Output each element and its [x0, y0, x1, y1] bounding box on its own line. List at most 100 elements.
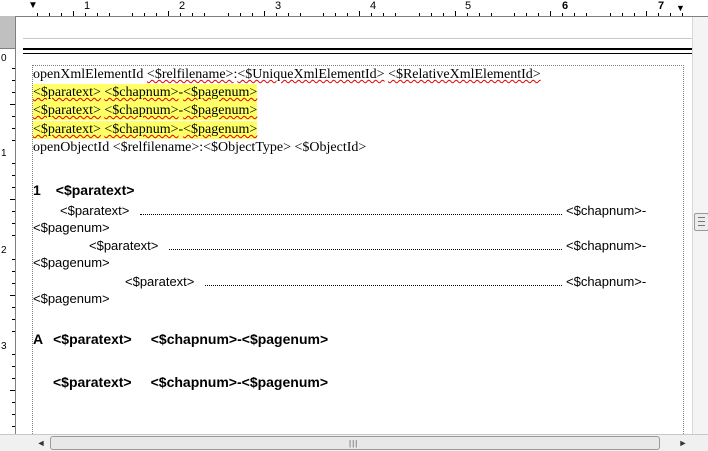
toc-entry-wrap: <$pagenum>: [33, 255, 110, 270]
scroll-left-arrow-icon[interactable]: ◄: [34, 436, 48, 450]
ruler-tick: [12, 223, 15, 224]
text: openXmlElementId: [33, 67, 147, 82]
toc-entry[interactable]: <$paratext> <$chapnum>-: [125, 274, 660, 290]
ruler-tick: [12, 319, 15, 320]
ruler-tick: [610, 13, 611, 16]
ruler-tick: [479, 13, 480, 16]
ruler-tick: [12, 187, 15, 188]
highlighted-line[interactable]: <$paratext> <$chapnum>-<$pagenum>: [33, 102, 258, 120]
ruler-tick: [467, 13, 468, 16]
vertical-ruler[interactable]: 0 1 2 3: [0, 16, 16, 434]
ruler-tick: [12, 354, 15, 355]
ruler-tick: [12, 402, 15, 403]
ruler-number: 4: [370, 0, 377, 12]
ruler-tick: [109, 13, 110, 16]
ruler-tick: [10, 104, 15, 105]
toc-entry-chapnum: <$chapnum>-: [566, 274, 647, 289]
text: <$chapnum>: [104, 85, 179, 100]
ruler-tick: [658, 13, 659, 16]
horizontal-ruler[interactable]: ▼ 1 2 3 4 5 6 7 ▼: [0, 0, 708, 17]
vertical-scroll-thumb[interactable]: [694, 213, 708, 231]
scroll-right-arrow-icon[interactable]: ►: [676, 436, 690, 450]
ruler-tick: [204, 13, 205, 16]
appendix-heading[interactable]: A <$paratext> <$chapnum>-<$pagenum>: [33, 330, 328, 348]
toc-entry-label: <$paratext>: [125, 274, 195, 289]
ruler-tick: [168, 11, 169, 16]
ruler-tick: [264, 11, 265, 16]
ruler-tick: [12, 163, 15, 164]
ruler-tick: [12, 378, 15, 379]
ruler-tick: [12, 271, 15, 272]
document-page[interactable]: openXmlElementId <$relfilename>:<$Unique…: [16, 17, 692, 446]
ruler-tick: [49, 13, 50, 16]
ruler-tick: [12, 116, 15, 117]
toc-entry-wrap: <$pagenum>: [33, 291, 110, 306]
toc-entry[interactable]: <$paratext> <$chapnum>-: [89, 238, 660, 254]
heading-level-1[interactable]: 1 <$paratext>: [33, 181, 134, 199]
ruler-tick: [12, 366, 15, 367]
ruler-tick: [323, 13, 324, 16]
ruler-tick: [455, 11, 456, 16]
ruler-tick: [85, 13, 86, 16]
ruler-number: 2: [179, 0, 186, 12]
xml-element-id-line[interactable]: openXmlElementId <$relfilename>:<$Unique…: [33, 66, 541, 84]
ruler-scale: 1 2 3 4 5 6 7: [25, 0, 695, 16]
ruler-tick: [61, 13, 62, 16]
text: <$chapnum>: [104, 122, 179, 137]
ruler-number: 1: [84, 0, 91, 12]
ruler-tick: [634, 13, 635, 16]
horizontal-scroll-thumb[interactable]: |||: [50, 436, 660, 450]
ruler-number: 3: [275, 0, 282, 12]
right-indent-marker-icon[interactable]: ▼: [676, 4, 685, 13]
text: <$relfilename>: [146, 67, 234, 82]
ruler-tick: [562, 13, 563, 16]
toc-entry-label: <$paratext>: [60, 203, 130, 218]
ruler-tick: [37, 13, 38, 16]
dot-leader: [140, 214, 562, 215]
sub-heading[interactable]: <$paratext> <$chapnum>-<$pagenum>: [53, 373, 328, 391]
ruler-tick: [12, 80, 15, 81]
ruler-tick: [228, 13, 229, 16]
ruler-tick: [156, 13, 157, 16]
ruler-tick: [240, 13, 241, 16]
ruler-tick: [419, 13, 420, 16]
ruler-tick: [12, 128, 15, 129]
ruler-tick: [383, 13, 384, 16]
ruler-tick: [144, 13, 145, 16]
ruler-tick: [12, 331, 15, 332]
toc-entry-label: <$paratext>: [89, 238, 159, 253]
ruler-tick: [574, 13, 575, 16]
text: <$chapnum>: [104, 103, 179, 118]
header-rule: [23, 53, 692, 54]
dot-leader: [205, 285, 562, 286]
ruler-tick: [97, 13, 98, 16]
ruler-number: 2: [1, 245, 7, 256]
text: <$pagenum>: [183, 85, 258, 100]
ruler-number: 7: [658, 0, 665, 12]
highlighted-line[interactable]: <$paratext> <$chapnum>-<$pagenum>: [33, 121, 258, 139]
object-id-line[interactable]: openObjectId <$relfilename>:<$ObjectType…: [33, 139, 366, 157]
ruler-tick: [682, 13, 683, 16]
toc-entry[interactable]: <$paratext> <$chapnum>-: [60, 203, 660, 219]
ruler-tick: [670, 13, 671, 16]
ruler-tick: [12, 211, 15, 212]
ruler-tick: [646, 11, 647, 16]
ruler-tick: [12, 175, 15, 176]
text: <$pagenum>: [183, 103, 258, 118]
vertical-scrollbar[interactable]: [692, 17, 708, 434]
ruler-tick: [12, 259, 15, 260]
heading-text: <$paratext>: [53, 331, 132, 347]
text: <$pagenum>: [183, 122, 258, 137]
heading-ref: <$chapnum>-<$pagenum>: [150, 374, 329, 390]
ruler-tick: [526, 13, 527, 16]
ruler-tick: [371, 13, 372, 16]
ruler-tick: [622, 13, 623, 16]
horizontal-scrollbar[interactable]: ◄ ||| ►: [0, 434, 708, 451]
highlighted-line[interactable]: <$paratext> <$chapnum>-<$pagenum>: [33, 84, 258, 102]
ruler-margin-area: [0, 16, 15, 49]
ruler-tick: [12, 307, 15, 308]
ruler-tick: [288, 13, 289, 16]
ruler-tick: [491, 13, 492, 16]
ruler-tick: [10, 295, 15, 296]
text: <$paratext>: [33, 103, 101, 118]
